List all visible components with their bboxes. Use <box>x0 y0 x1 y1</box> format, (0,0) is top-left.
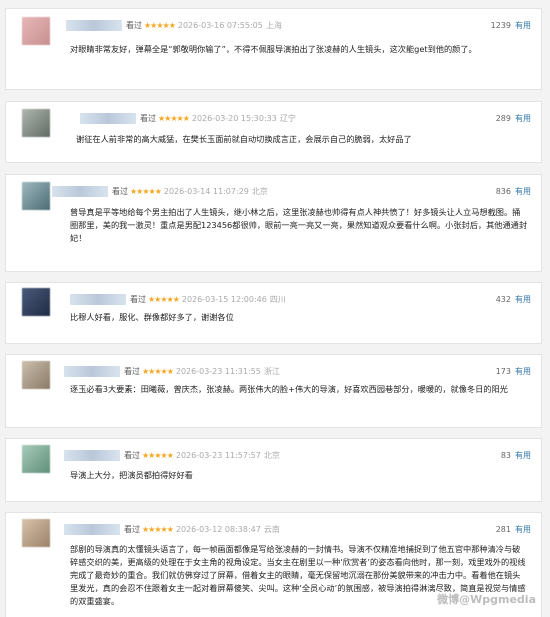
vote-count: 281 <box>495 525 511 534</box>
useful-button[interactable]: 有用 <box>515 367 531 376</box>
avatar[interactable] <box>22 519 50 547</box>
comment-card: 看过 ★★★★★ 2026-03-15 12:00:46 四川 432 有用 比穆人好看… <box>5 282 542 344</box>
username[interactable] <box>52 186 108 197</box>
comment-location: 浙江 <box>263 367 280 376</box>
comment-card: 看过 ★★★★★ 2026-03-16 07:55:05 上海 1239 有用 对眼睛非… <box>5 8 542 90</box>
username[interactable] <box>64 524 120 535</box>
useful-button[interactable]: 有用 <box>515 114 531 123</box>
watched-status: 看过 <box>126 21 142 30</box>
watched-status: 看过 <box>124 451 140 460</box>
comment-location: 北京 <box>263 451 280 460</box>
username[interactable] <box>70 294 126 305</box>
useful-button[interactable]: 有用 <box>515 187 531 196</box>
comment-location: 北京 <box>251 187 268 196</box>
avatar[interactable] <box>22 361 50 389</box>
watched-status: 看过 <box>140 114 156 123</box>
comment-location: 辽宁 <box>279 114 296 123</box>
comment-text: 曾导真是平等地给每个男主拍出了人生镜头，继小林之后，这里张凌赫也帅得有点人神共愤… <box>70 207 528 243</box>
comment-location: 云南 <box>263 525 280 534</box>
username[interactable] <box>64 450 120 461</box>
username[interactable] <box>80 113 136 124</box>
vote-area: 1239 有用 <box>491 19 531 33</box>
rating-stars: ★★★★★ <box>142 525 174 534</box>
comment-meta: 看过 ★★★★★ 2026-03-23 11:57:57 北京 <box>64 449 280 463</box>
comment-time: 2026-03-15 12:00:46 <box>181 295 267 304</box>
comment-meta: 看过 ★★★★★ 2026-03-16 07:55:05 上海 <box>66 19 282 33</box>
comment-meta: 看过 ★★★★★ 2026-03-15 12:00:46 四川 <box>70 293 286 307</box>
vote-count: 289 <box>495 114 511 123</box>
watched-status: 看过 <box>130 295 146 304</box>
comment-card: 看过 ★★★★★ 2026-03-20 15:30:33 辽宁 289 有用 谢征在人前… <box>5 101 542 163</box>
comment-card: 看过 ★★★★★ 2026-03-23 11:31:55 浙江 173 有用 逐玉必看3… <box>5 354 542 428</box>
vote-count: 1239 <box>490 21 511 30</box>
vote-count: 836 <box>495 187 511 196</box>
comment-meta: 看过 ★★★★★ 2026-03-23 11:31:55 浙江 <box>64 365 280 379</box>
comment-time: 2026-03-23 11:57:57 <box>175 451 261 460</box>
useful-button[interactable]: 有用 <box>515 525 531 534</box>
comment-text: 对眼睛非常友好，弹幕全是“郭敬明你输了”，不得不佩服导演拍出了张凌赫的人生镜头，… <box>70 44 477 54</box>
comment-time: 2026-03-16 07:55:05 <box>177 21 263 30</box>
rating-stars: ★★★★★ <box>148 295 180 304</box>
comment-text: 导演上大分，把演员都拍得好好看 <box>70 470 193 480</box>
avatar[interactable] <box>22 288 50 316</box>
vote-count: 173 <box>495 367 511 376</box>
avatar[interactable] <box>22 109 50 137</box>
watched-status: 看过 <box>112 187 128 196</box>
comment-time: 2026-03-12 08:38:47 <box>175 525 261 534</box>
username[interactable] <box>64 366 120 377</box>
watermark: 微博@Wpgmedia <box>437 593 536 606</box>
comment-text: 谢征在人前非常的高大威猛，在樊长玉面前就自动切换成言正，会展示自己的脆弱，太好品… <box>76 134 412 144</box>
username[interactable] <box>66 20 122 31</box>
comment-card: 看过 ★★★★★ 2026-03-23 11:57:57 北京 83 有用 导演上大分，… <box>5 438 542 502</box>
comment-meta: 看过 ★★★★★ 2026-03-14 11:07:29 北京 <box>52 185 268 199</box>
comment-card: 看过 ★★★★★ 2026-03-14 11:07:29 北京 836 有用 曾导真是平… <box>5 174 542 272</box>
vote-area: 281 有用 <box>496 523 531 537</box>
rating-stars: ★★★★★ <box>158 114 190 123</box>
vote-area: 173 有用 <box>496 365 531 379</box>
comment-location: 四川 <box>269 295 286 304</box>
useful-button[interactable]: 有用 <box>515 295 531 304</box>
comment-time: 2026-03-20 15:30:33 <box>191 114 277 123</box>
comment-text: 逐玉必看3大要素：田曦薇，曾庆杰，张凌赫。两张伟大的脸+伟大的导演，好喜欢西园巷… <box>70 384 508 394</box>
comment-time: 2026-03-14 11:07:29 <box>163 187 249 196</box>
vote-area: 836 有用 <box>496 185 531 199</box>
vote-area: 83 有用 <box>501 449 531 463</box>
useful-button[interactable]: 有用 <box>515 21 531 30</box>
avatar[interactable] <box>22 182 50 210</box>
vote-count: 432 <box>495 295 511 304</box>
watched-status: 看过 <box>124 525 140 534</box>
vote-area: 432 有用 <box>496 293 531 307</box>
useful-button[interactable]: 有用 <box>515 451 531 460</box>
comment-text: 比穆人好看，服化、群像都好多了，谢谢各位 <box>70 312 234 322</box>
comment-location: 上海 <box>265 21 282 30</box>
vote-area: 289 有用 <box>496 112 531 126</box>
rating-stars: ★★★★★ <box>142 367 174 376</box>
vote-count: 83 <box>500 451 511 460</box>
comment-meta: 看过 ★★★★★ 2026-03-12 08:38:47 云南 <box>64 523 280 537</box>
rating-stars: ★★★★★ <box>130 187 162 196</box>
rating-stars: ★★★★★ <box>142 451 174 460</box>
avatar[interactable] <box>22 17 50 45</box>
rating-stars: ★★★★★ <box>144 21 176 30</box>
comment-meta: 看过 ★★★★★ 2026-03-20 15:30:33 辽宁 <box>80 112 296 126</box>
watched-status: 看过 <box>124 367 140 376</box>
avatar[interactable] <box>22 445 50 473</box>
comment-time: 2026-03-23 11:31:55 <box>175 367 261 376</box>
